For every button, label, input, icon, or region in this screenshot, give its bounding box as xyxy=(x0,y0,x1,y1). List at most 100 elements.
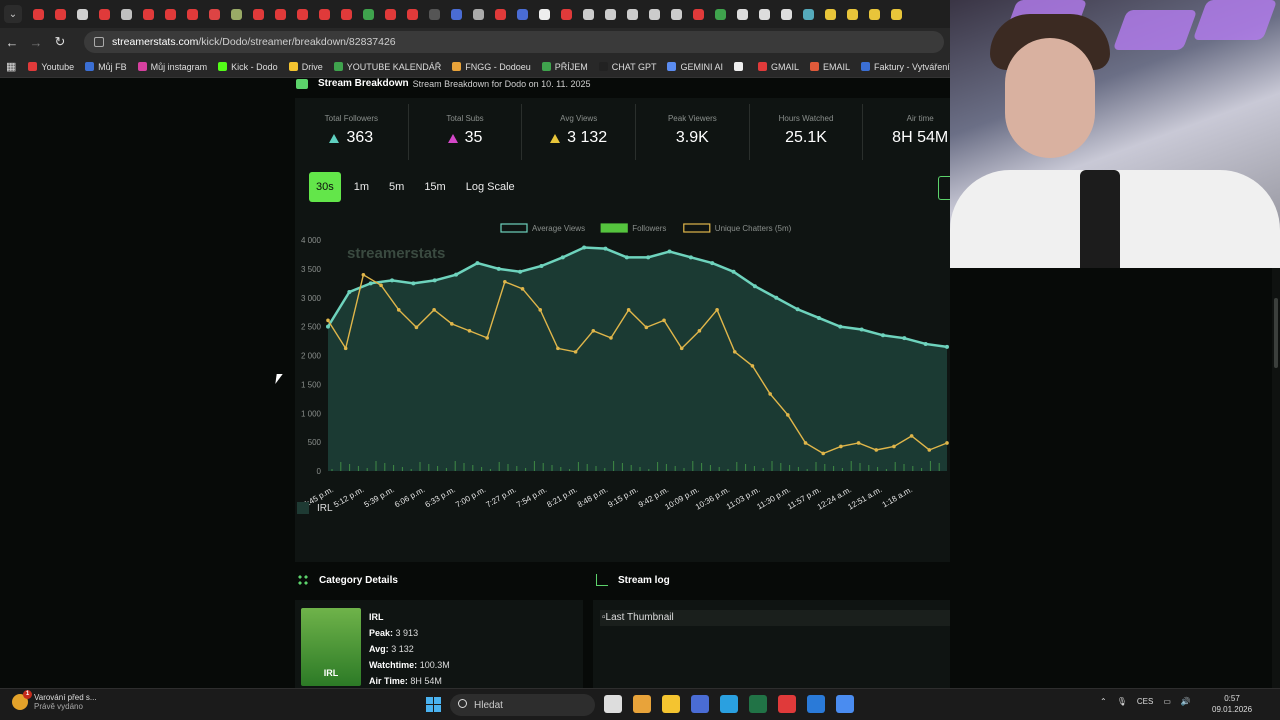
x-tick: 12:51 a.m. xyxy=(846,485,883,512)
bookmark-item[interactable]: GEMINI AI xyxy=(667,62,723,72)
browser-tab[interactable] xyxy=(754,4,774,24)
tab-strip: ⌄ xyxy=(0,0,950,28)
browser-tab[interactable] xyxy=(94,4,114,24)
taskbar-app-icon[interactable] xyxy=(662,695,680,713)
taskbar-app-icon[interactable] xyxy=(807,695,825,713)
bookmark-label: Můj instagram xyxy=(150,61,208,72)
taskbar-search[interactable]: Hledat xyxy=(450,694,595,716)
bookmark-item[interactable]: GMAIL xyxy=(757,62,799,72)
browser-tab[interactable] xyxy=(622,4,642,24)
browser-tab[interactable] xyxy=(578,4,598,24)
interval-button-log-scale[interactable]: Log Scale xyxy=(459,172,522,202)
reload-icon[interactable]: ↻ xyxy=(48,34,72,50)
browser-tab[interactable] xyxy=(72,4,92,24)
browser-tab[interactable] xyxy=(776,4,796,24)
network-icon[interactable]: ▭ xyxy=(1163,697,1171,706)
browser-tab[interactable] xyxy=(292,4,312,24)
browser-tab[interactable] xyxy=(336,4,356,24)
bookmark-item[interactable]: Můj FB xyxy=(85,62,127,72)
back-icon[interactable]: ← xyxy=(0,35,24,50)
cut-off-button[interactable] xyxy=(938,176,950,200)
chatters-point xyxy=(803,441,808,445)
browser-tab[interactable] xyxy=(138,4,158,24)
taskbar-app-icon[interactable] xyxy=(604,695,622,713)
site-info-icon[interactable] xyxy=(94,37,104,47)
interval-button-30s[interactable]: 30s xyxy=(309,172,341,202)
browser-tab[interactable] xyxy=(710,4,730,24)
browser-tab[interactable] xyxy=(534,4,554,24)
bookmark-item[interactable]: Youtube xyxy=(28,62,74,72)
taskbar-app-icon[interactable] xyxy=(778,695,796,713)
browser-tab[interactable] xyxy=(50,4,70,24)
taskbar-app-icon[interactable] xyxy=(633,695,651,713)
notification-widget[interactable]: 1 Varování před s... Právě vydáno xyxy=(12,690,97,711)
browser-tab[interactable] xyxy=(820,4,840,24)
bookmark-item[interactable]: YOUTUBE KALENDÁŘ xyxy=(333,62,441,72)
chatters-point xyxy=(662,318,666,323)
taskbar-app-icon[interactable] xyxy=(720,695,738,713)
browser-tab[interactable] xyxy=(468,4,488,24)
volume-icon[interactable]: 🔊 xyxy=(1181,697,1191,706)
category-legend[interactable]: IRL xyxy=(297,502,333,514)
browser-tab[interactable] xyxy=(314,4,334,24)
bookmark-item[interactable]: EMAIL xyxy=(810,62,850,72)
browser-tab[interactable] xyxy=(600,4,620,24)
browser-tab[interactable] xyxy=(446,4,466,24)
language-indicator[interactable]: CES xyxy=(1137,697,1153,706)
browser-tab[interactable] xyxy=(28,4,48,24)
browser-tab[interactable] xyxy=(556,4,576,24)
browser-tab[interactable] xyxy=(490,4,510,24)
browser-tab[interactable] xyxy=(226,4,246,24)
forward-icon[interactable]: → xyxy=(24,35,48,50)
bookmark-item[interactable]: Kick - Dodo xyxy=(218,62,278,72)
browser-tab[interactable] xyxy=(886,4,906,24)
browser-tab[interactable] xyxy=(380,4,400,24)
browser-tab[interactable] xyxy=(644,4,664,24)
browser-tab[interactable] xyxy=(512,4,532,24)
scrollbar[interactable] xyxy=(1272,268,1280,688)
browser-tab[interactable] xyxy=(732,4,752,24)
legend-swatch xyxy=(600,223,628,233)
apps-grid-icon[interactable]: ▦ xyxy=(6,60,16,73)
browser-tab[interactable] xyxy=(666,4,686,24)
browser-tab[interactable] xyxy=(204,4,224,24)
tab-favicon-icon xyxy=(98,8,110,20)
tab-list-chevron-icon[interactable]: ⌄ xyxy=(4,5,22,23)
browser-tab[interactable] xyxy=(842,4,862,24)
tab-favicon-icon xyxy=(318,8,330,20)
bookmark-item[interactable]: CHAT GPT xyxy=(598,62,656,72)
interval-button-5m[interactable]: 5m xyxy=(382,172,411,202)
browser-tab[interactable] xyxy=(424,4,444,24)
mic-icon[interactable]: 🎙 xyxy=(1117,697,1127,706)
bookmark-item[interactable]: Můj instagram xyxy=(137,61,208,72)
category-card[interactable]: IRL IRL Peak: 3 913 Avg: 3 132 Watchtime… xyxy=(295,600,583,688)
bookmark-item[interactable]: PŘÍJEM xyxy=(541,62,588,72)
browser-tab[interactable] xyxy=(116,4,136,24)
tab-favicon-icon xyxy=(362,8,374,20)
y-tick-left: 2 000 xyxy=(301,352,322,361)
browser-tab[interactable] xyxy=(688,4,708,24)
windows-start-icon[interactable] xyxy=(426,697,441,712)
browser-tab[interactable] xyxy=(798,4,818,24)
browser-tab[interactable] xyxy=(270,4,290,24)
taskbar-app-icon[interactable] xyxy=(836,695,854,713)
tray-chevron-icon[interactable]: ⌃ xyxy=(1100,697,1107,706)
scrollbar-thumb[interactable] xyxy=(1274,298,1278,368)
browser-tab[interactable] xyxy=(248,4,268,24)
browser-tab[interactable] xyxy=(402,4,422,24)
stat-value: 25.1K xyxy=(750,129,863,147)
browser-tab[interactable] xyxy=(160,4,180,24)
browser-tab[interactable] xyxy=(864,4,884,24)
bookmark-item[interactable] xyxy=(733,62,747,71)
url-field[interactable]: streamerstats.com/kick/Dodo/streamer/bre… xyxy=(84,31,944,53)
bookmark-item[interactable]: FNGG - Dodoeu xyxy=(452,62,531,72)
browser-tab[interactable] xyxy=(358,4,378,24)
interval-button-15m[interactable]: 15m xyxy=(417,172,452,202)
taskbar-app-icon[interactable] xyxy=(749,695,767,713)
browser-tab[interactable] xyxy=(182,4,202,24)
bookmark-item[interactable]: Faktury - Vytváření xyxy=(861,62,950,72)
taskbar-app-icon[interactable] xyxy=(691,695,709,713)
interval-button-1m[interactable]: 1m xyxy=(347,172,376,202)
clock[interactable]: 0:57 09.01.2026 xyxy=(1212,693,1252,715)
bookmark-item[interactable]: Drive xyxy=(288,62,323,72)
